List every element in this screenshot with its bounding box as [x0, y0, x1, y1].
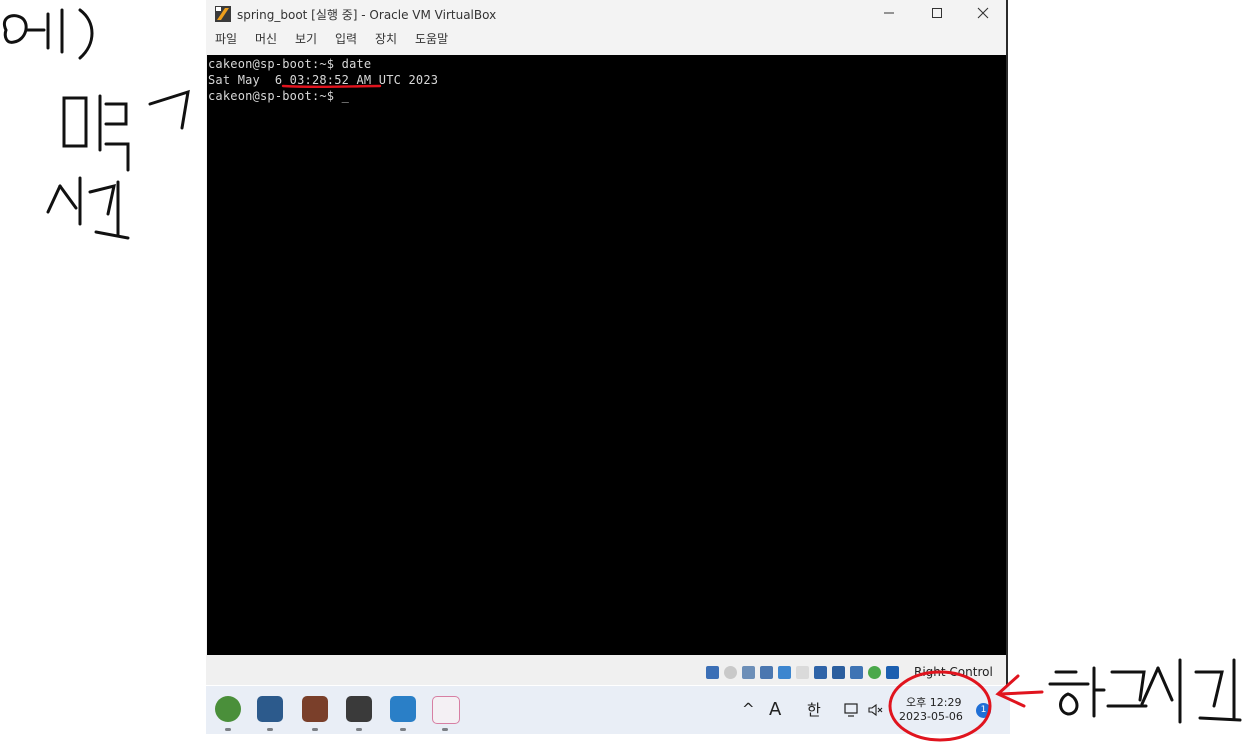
maximize-icon — [932, 8, 942, 18]
shared-folders-icon[interactable] — [796, 666, 809, 679]
host-key-label[interactable]: Right Control — [914, 665, 993, 679]
hs-app-icon[interactable] — [215, 696, 241, 722]
handwritten-note-left — [3, 8, 190, 240]
app-icon-4[interactable] — [346, 696, 372, 722]
hard-disk-icon[interactable] — [706, 666, 719, 679]
virtualbox-icon[interactable] — [257, 696, 283, 722]
input-mode-a[interactable]: A — [769, 699, 781, 720]
app-running-indicator — [442, 728, 448, 731]
input-mode-han[interactable]: 한 — [807, 699, 821, 720]
display-icon[interactable] — [814, 666, 827, 679]
usb-icon[interactable] — [778, 666, 791, 679]
network-icon[interactable] — [760, 666, 773, 679]
close-button[interactable] — [960, 0, 1006, 27]
clock-time[interactable]: 오후 12:29 — [906, 694, 961, 710]
app-running-indicator — [400, 728, 406, 731]
minimize-icon — [884, 12, 894, 14]
app-running-indicator — [225, 728, 231, 731]
menu-machine[interactable]: 머신 — [255, 30, 277, 47]
snipping-tool-icon[interactable] — [432, 696, 460, 724]
handwritten-note-right — [1048, 658, 1242, 724]
network-icon[interactable] — [844, 702, 860, 718]
virtualbox-window: spring_boot [실행 중] - Oracle VM VirtualBo… — [206, 0, 1008, 685]
vm-status-bar: Right Control — [206, 655, 1006, 685]
maximize-button[interactable] — [914, 0, 960, 27]
keyboard-icon[interactable] — [886, 666, 899, 679]
menu-view[interactable]: 보기 — [295, 30, 317, 47]
menu-help[interactable]: 도움말 — [415, 30, 448, 47]
taskbar: ^ A 한 오후 12:29 2023-05-06 1 — [206, 686, 1010, 734]
tray-overflow-chevron[interactable]: ^ — [742, 700, 755, 718]
recording-icon[interactable] — [832, 666, 845, 679]
title-bar[interactable]: spring_boot [실행 중] - Oracle VM VirtualBo… — [206, 0, 1006, 27]
cpu-icon[interactable] — [850, 666, 863, 679]
terminal-line: cakeon@sp-boot:~$ date — [208, 57, 372, 71]
close-icon — [977, 7, 989, 19]
app-running-indicator — [312, 728, 318, 731]
app-running-indicator — [356, 728, 362, 731]
terminal-line: cakeon@sp-boot:~$ _ — [208, 89, 350, 103]
terminal-line: Sat May 6 03:28:52 AM UTC 2023 — [208, 73, 439, 87]
optical-drive-icon[interactable] — [724, 666, 737, 679]
audio-icon[interactable] — [742, 666, 755, 679]
app-running-indicator — [267, 728, 273, 731]
minimize-button[interactable] — [866, 0, 912, 27]
menu-bar: 파일 머신 보기 입력 장치 도움말 — [206, 27, 1006, 49]
app-icon-3[interactable] — [302, 696, 328, 722]
speaker-muted-icon[interactable] — [868, 703, 884, 717]
clock-date[interactable]: 2023-05-06 — [899, 710, 963, 723]
mouse-integration-icon[interactable] — [868, 666, 881, 679]
menu-input[interactable]: 입력 — [335, 30, 357, 47]
notepad-icon[interactable] — [390, 696, 416, 722]
window-title: spring_boot [실행 중] - Oracle VM VirtualBo… — [237, 8, 497, 22]
menu-file[interactable]: 파일 — [215, 30, 237, 47]
notification-badge[interactable]: 1 — [976, 703, 991, 718]
vm-display[interactable]: cakeon@sp-boot:~$ date Sat May 6 03:28:5… — [207, 55, 1006, 655]
menu-devices[interactable]: 장치 — [375, 30, 397, 47]
virtualbox-app-icon — [215, 6, 231, 22]
